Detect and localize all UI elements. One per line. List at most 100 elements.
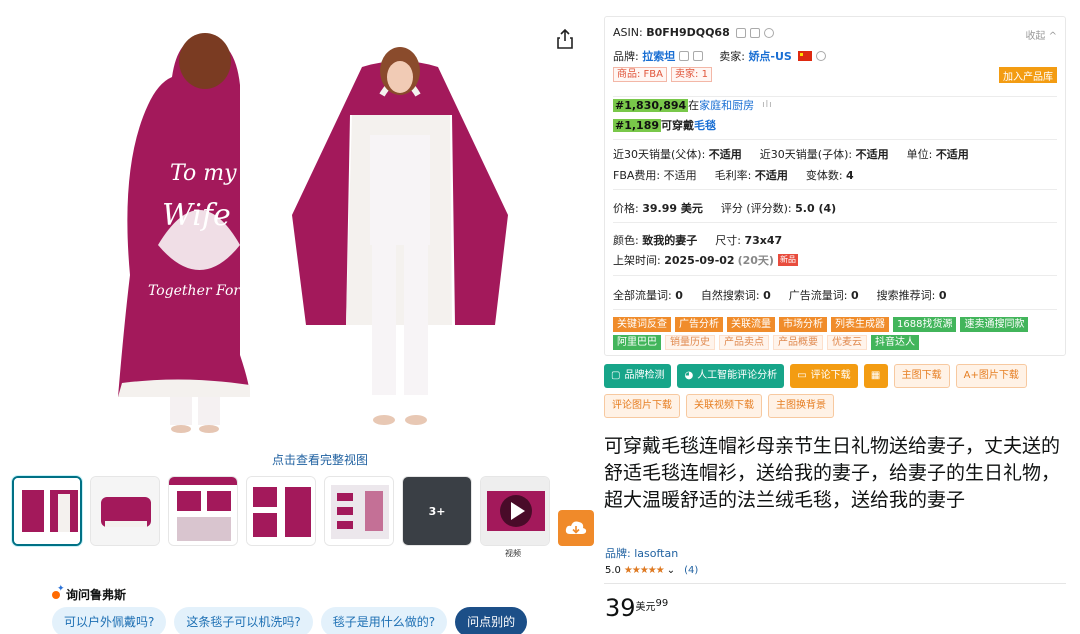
tool-tag[interactable]: 产品概要 — [773, 335, 823, 350]
review-download-button[interactable]: ▭ 评论下载 — [790, 364, 858, 388]
sales-parent-value: 不适用 — [708, 148, 742, 161]
rating-value: 5.0 (4) — [795, 201, 837, 215]
comment-icon: ▭ — [797, 370, 807, 381]
rank-row-2: #1,189 可穿戴 毛毯 — [613, 117, 716, 133]
listed-days: (20天) — [737, 254, 774, 267]
aplus-image-download-button[interactable]: A+图片下载 — [955, 364, 1027, 388]
seller-link[interactable]: 娇点-US — [748, 48, 791, 64]
tool-tag[interactable]: 抖音达人 — [871, 335, 919, 350]
traffic-all-label: 全部流量词: — [613, 289, 672, 302]
variants-label: 变体数: — [805, 169, 843, 182]
action-row-1: ▢ 品牌检测 ◕ 人工智能评论分析 ▭ 评论下载 ▦ 主图下载 A+图片下载 — [604, 364, 1027, 388]
rank-2-prefix: 可穿戴 — [661, 119, 695, 132]
svg-text:Wife: Wife — [162, 198, 231, 233]
thumbnail-1[interactable] — [12, 476, 82, 546]
tool-tag[interactable]: 优麦云 — [827, 335, 867, 350]
tool-tag[interactable]: 产品卖点 — [719, 335, 769, 350]
cloud-download-icon — [565, 521, 587, 534]
replace-background-button[interactable]: 主图换背景 — [768, 394, 834, 418]
video-download-button[interactable]: 关联视频下载 — [686, 394, 762, 418]
seller-count-tag: 卖家: 1 — [671, 67, 712, 82]
copy-icon[interactable] — [679, 51, 690, 61]
asin-row: ASIN: B0FH9DQQ68 — [613, 26, 774, 39]
info-icon[interactable] — [815, 51, 826, 61]
thumbnail-3[interactable] — [168, 476, 238, 546]
add-to-library-button[interactable]: 加入产品库 — [999, 67, 1057, 83]
brand-link[interactable]: 拉索坦 — [642, 48, 675, 64]
price-value: 39.99 美元 — [642, 202, 703, 215]
tool-tag[interactable]: 阿里巴巴 — [613, 335, 661, 350]
review-image-download-button[interactable]: 评论图片下载 — [604, 394, 680, 418]
view-full-image-link[interactable]: 点击查看完整视图 — [272, 451, 368, 468]
rank-row-1: #1,830,894 在 家庭和厨房 ılı — [613, 97, 773, 113]
thumbnail-more[interactable]: 3+ — [402, 476, 472, 546]
tool-tag[interactable]: 关联流量 — [727, 317, 775, 332]
traffic-all-value: 0 — [675, 288, 683, 302]
rating-summary[interactable]: 5.0 ★★★★★ ⌄ (4) — [605, 565, 698, 576]
rufus-icon: ✦ — [52, 584, 65, 599]
main-product-image[interactable]: To my Wife Together Forever — [100, 25, 540, 445]
share-icon[interactable] — [555, 28, 575, 50]
tool-tag[interactable]: 列表生成器 — [831, 317, 889, 332]
thumbnail-5[interactable] — [324, 476, 394, 546]
external-link-icon[interactable] — [693, 51, 704, 61]
brand-store-link[interactable]: 品牌: lasoftan — [605, 545, 678, 561]
fba-tag: 商品: FBA — [613, 67, 668, 82]
svg-text:Together Forever: Together Forever — [148, 283, 273, 299]
link-icon[interactable] — [749, 27, 760, 38]
main-image-download-button[interactable]: 主图下载 — [893, 364, 950, 388]
cloud-download-button[interactable] — [558, 510, 594, 546]
seller-tool-panel: ASIN: B0FH9DQQ68 收起 ^ 品牌: 拉索坦 卖家: 娇点-US … — [604, 16, 1066, 356]
calculator-icon: ▦ — [870, 370, 881, 381]
tool-tag[interactable]: 1688找货源 — [893, 317, 957, 332]
ai-review-analysis-button[interactable]: ◕ 人工智能评论分析 — [677, 364, 785, 388]
rank-1-number: #1,830,894 — [613, 98, 689, 112]
ask-rufus-title: 询问鲁弗斯 — [66, 588, 127, 602]
collapse-button[interactable]: 收起 ^ — [1025, 27, 1057, 42]
tool-tag[interactable]: 速卖通搜同款 — [960, 317, 1029, 332]
tool-tag-group: 关键词反查 广告分析 关联流量 市场分析 列表生成器 1688找货源 速卖通搜同款阿里巴巴销… — [613, 317, 1053, 350]
thumbnail-4[interactable] — [246, 476, 316, 546]
price-display: 39 美元 99 — [605, 595, 668, 621]
listed-label: 上架时间: — [613, 254, 661, 267]
tool-tag[interactable]: 市场分析 — [779, 317, 827, 332]
thumbnail-video[interactable] — [480, 476, 550, 546]
listed-row: 上架时间: 2025-09-02 (20天) 新品 — [613, 252, 798, 268]
model-back-view: To my Wife Together Forever — [118, 33, 273, 433]
price-whole: 39 — [605, 594, 636, 622]
tool-tag[interactable]: 关键词反查 — [613, 317, 671, 332]
rank-1-prefix: 在 — [688, 99, 700, 112]
tool-tag[interactable]: 销量历史 — [665, 335, 715, 350]
brand-label: 品牌: — [613, 50, 639, 63]
variants-value: 4 — [846, 168, 854, 182]
rufus-chip-ask-other[interactable]: 问点别的 — [455, 607, 528, 634]
pie-chart-icon: ◕ — [684, 370, 694, 381]
brand-check-button[interactable]: ▢ 品牌检测 — [604, 364, 672, 388]
fba-fee-value: 不适用 — [663, 169, 697, 182]
rank-1-category-link[interactable]: 家庭和厨房 — [699, 97, 754, 113]
copy-icon[interactable] — [735, 27, 746, 38]
rufus-question-chips: 可以户外佩戴吗? 这条毯子可以机洗吗? 毯子是用什么做的? 问点别的 — [52, 607, 528, 634]
svg-text:To my: To my — [170, 161, 237, 186]
asin-label: ASIN: — [613, 26, 643, 39]
sales-child-label: 近30天销量(子体): — [759, 148, 853, 161]
bar-chart-icon[interactable]: ılı — [762, 100, 773, 110]
thumbnail-2[interactable] — [90, 476, 160, 546]
rufus-chip-washable[interactable]: 这条毯子可以机洗吗? — [174, 607, 313, 634]
tool-tag[interactable]: 广告分析 — [675, 317, 723, 332]
calculator-button[interactable]: ▦ — [863, 364, 888, 388]
fba-fee-label: FBA费用: — [613, 169, 661, 182]
size-value: 73x47 — [744, 233, 783, 247]
rating-count-link[interactable]: (4) — [684, 565, 698, 576]
location-icon[interactable] — [763, 27, 774, 38]
rank-2-category-link[interactable]: 毛毯 — [694, 117, 716, 133]
rufus-chip-outdoor[interactable]: 可以户外佩戴吗? — [52, 607, 167, 634]
traffic-row: 全部流量词: 0 自然搜索词: 0 广告流量词: 0 搜索推荐词: 0 — [613, 287, 965, 303]
seller-label: 卖家: — [719, 50, 745, 63]
margin-value: 不适用 — [754, 169, 788, 182]
color-label: 颜色: — [613, 234, 639, 247]
rating-value: 5.0 — [605, 565, 621, 576]
chevron-down-icon[interactable]: ⌄ — [667, 565, 675, 576]
video-caption: 视频 — [505, 549, 521, 558]
rufus-chip-material[interactable]: 毯子是用什么做的? — [320, 607, 448, 634]
